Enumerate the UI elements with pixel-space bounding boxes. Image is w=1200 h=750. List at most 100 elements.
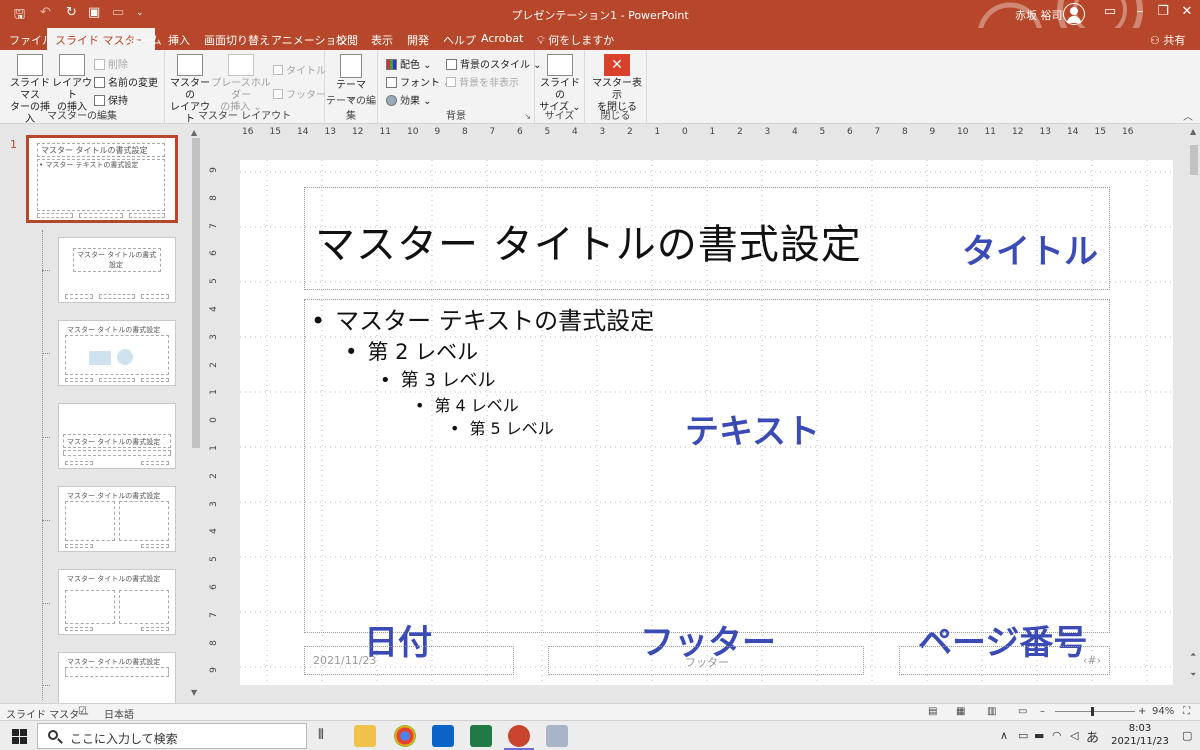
clock-time: 8:03 [1128,723,1152,734]
thumbnails-scrollbar[interactable]: ▲ ▼ [190,128,202,700]
canvas-scrollbar[interactable]: ▲ ⏶ ⏷ [1188,125,1200,703]
slideshow-icon[interactable]: ▭ [1018,706,1027,717]
taskbar-search-box[interactable]: ここに入力して検索 [37,723,307,749]
network-drive-icon[interactable]: ▭ [1018,729,1028,742]
share-button[interactable]: ⚇ 共有 [1150,32,1185,48]
page-number-text: ‹#› [1082,654,1101,667]
thumb-title: マスター タイトルの書式設定 [67,658,161,666]
hide-background-checkbox[interactable]: 背景を非表示 [446,74,519,89]
thumb-date-box [65,461,93,465]
tab-review[interactable]: 校閲 [336,32,358,48]
tell-me-box[interactable]: 💡︎ 何をしますか [537,32,614,48]
thumbnail-layout-7[interactable]: マスター タイトルの書式設定 [58,652,176,703]
thumbnail-layout-6[interactable]: マスター タイトルの書式設定 [58,569,176,635]
ruler-tick-label: 12 [1012,127,1024,137]
insert-layout-button[interactable]: レイアウト の挿入 [52,54,92,114]
powerpoint-icon[interactable] [508,725,530,747]
text-placeholder[interactable]: • マスター テキストの書式設定 • 第 2 レベル • 第 3 レベル • 第 4 レ… [304,299,1110,633]
ruler-tick-label: 5 [208,556,219,563]
ribbon-display-icon[interactable]: ▭ [1100,4,1120,19]
dialog-launcher-icon[interactable]: ↘ [524,112,531,121]
title-placeholder[interactable]: マスター タイトルの書式設定 タイトル [304,187,1110,290]
tab-home[interactable]: ホーム [129,32,162,48]
placeholder-icon [228,54,254,76]
tab-help[interactable]: ヘルプ [443,32,476,48]
page-number-placeholder[interactable]: ‹#› [899,646,1110,675]
ruler-tick-label: 3 [599,127,606,137]
tab-acrobat[interactable]: Acrobat [481,32,523,45]
reading-view-icon[interactable]: ▥ [987,706,996,717]
insert-placeholder-button[interactable]: プレースホルダー の挿入 ⌄ [211,54,271,114]
background-styles-button[interactable]: 背景のスタイル ⌄ [446,56,542,71]
colors-button[interactable]: 配色 ⌄ [386,56,432,71]
thumbnail-layout-3[interactable]: マスター タイトルの書式設定 [58,320,176,386]
task-view-icon[interactable]: ⫴ [318,727,324,743]
zoom-slider-thumb[interactable] [1091,707,1094,716]
paint-icon[interactable] [546,725,568,747]
notifications-icon[interactable]: ▢ [1182,729,1192,742]
language-indicator[interactable]: 日本語 [104,706,134,721]
scroll-up-icon[interactable]: ▲ [191,128,197,137]
battery-icon[interactable]: ▬ [1034,729,1044,742]
thumbnail-layout-5[interactable]: マスター タイトルの書式設定 [58,486,176,552]
tab-view[interactable]: 表示 [371,32,393,48]
thumb-page-box [141,461,169,465]
close-icon[interactable]: ✕ [1177,4,1197,19]
thumbnail-layout-4[interactable]: マスター タイトルの書式設定 [58,403,176,469]
prev-slide-icon[interactable]: ⏶ [1190,650,1196,660]
outlook-icon[interactable] [432,725,454,747]
windows-start-icon[interactable] [12,729,27,744]
tell-me-label: 何をしますか [548,34,615,47]
slide-size-button[interactable]: スライドの サイズ ⌄ [539,54,581,114]
title-checkbox[interactable]: タイトル [273,62,326,77]
footer-checkbox[interactable]: フッター [273,86,326,101]
normal-view-icon[interactable]: ▤ [928,706,937,717]
file-explorer-icon[interactable] [354,725,376,747]
volume-icon[interactable]: ◁ [1070,729,1078,742]
accessibility-icon[interactable]: ☑ [78,706,87,717]
collapse-ribbon-icon[interactable]: ︿ [1183,108,1193,123]
rename-button[interactable]: 名前の変更 [94,74,158,89]
tab-developer[interactable]: 開発 [407,32,429,48]
group-close: ✕ マスター表示 を閉じる 閉じる [585,50,647,124]
bullet-dot: • [345,340,358,364]
ruler-tick-label: 13 [1039,127,1051,137]
delete-button[interactable]: 削除 [94,56,128,71]
master-layout-label-1: マスターの [170,78,210,101]
user-avatar[interactable] [1063,3,1085,25]
minimize-icon[interactable]: – [1130,4,1150,19]
effects-button[interactable]: 効果 ⌄ [386,92,432,107]
zoom-level[interactable]: 94% [1152,706,1174,717]
slide-sorter-icon[interactable]: ▦ [956,706,965,717]
thumbnail-layout-2[interactable]: マスター タイトルの書式 設定 [58,237,176,303]
scroll-thumb[interactable] [1190,145,1198,175]
fit-to-window-icon[interactable]: ⛶ [1183,706,1190,717]
show-hidden-icons[interactable]: ∧ [1000,729,1008,742]
date-placeholder[interactable]: 2021/11/23 [304,646,514,675]
slide-master[interactable]: マスター タイトルの書式設定 タイトル • マスター テキストの書式設定 • 第 2… [240,160,1173,685]
next-slide-icon[interactable]: ⏷ [1190,670,1196,680]
scroll-up-icon[interactable]: ▲ [1190,127,1196,136]
tab-transitions[interactable]: 画面切り替え [204,32,270,48]
chrome-icon[interactable] [394,725,416,747]
zoom-slider[interactable] [1055,711,1135,712]
ruler-tick-label: 2 [208,361,219,368]
zoom-out-icon[interactable]: – [1040,706,1045,717]
ime-indicator[interactable]: あ [1086,727,1099,746]
taskbar-clock[interactable]: 8:03 2021/11/23 [1100,722,1180,748]
zoom-in-icon[interactable]: + [1138,706,1146,717]
scroll-thumb[interactable] [192,138,200,448]
thumbnail-master[interactable]: マスター タイトルの書式設定 • マスター テキストの書式設定 [26,135,178,223]
restore-icon[interactable]: ❐ [1153,4,1173,19]
bullet-dot: • [380,370,391,391]
tab-insert[interactable]: 挿入 [168,32,190,48]
excel-icon[interactable] [470,725,492,747]
scroll-down-icon[interactable]: ▼ [191,688,197,697]
footer-placeholder[interactable]: フッター [548,646,864,675]
group-label-size: サイズ [544,111,575,122]
fonts-button[interactable]: フォント ⌄ [386,74,452,89]
ruler-tick-label: 6 [208,250,219,257]
close-master-view-button[interactable]: ✕ マスター表示 を閉じる [589,54,645,114]
wifi-icon[interactable]: ◠ [1052,729,1062,742]
preserve-button[interactable]: 保持 [94,92,128,107]
